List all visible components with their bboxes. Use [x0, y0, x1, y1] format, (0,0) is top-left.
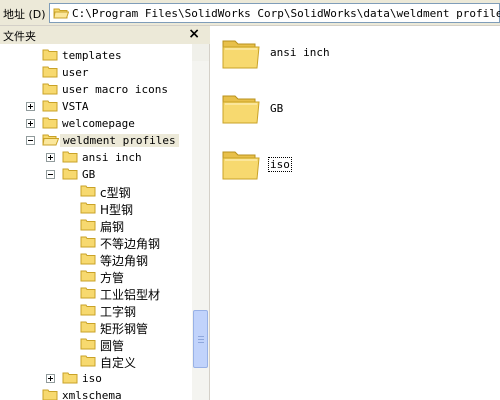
- tree-item-round-tube[interactable]: 圆管: [0, 336, 192, 353]
- folder-icon: [80, 287, 96, 299]
- tree-item-label: 矩形钢管: [100, 322, 149, 336]
- scroll-up-button[interactable]: [192, 44, 209, 61]
- folder-tree[interactable]: templates user user macro icons VSTA wel…: [0, 44, 192, 400]
- tree-item-label: user macro icons: [62, 83, 168, 96]
- folder-icon: [80, 338, 96, 350]
- tree-item-label: c型钢: [100, 186, 131, 200]
- folder-icon: [80, 253, 96, 265]
- tree-item-rect-tube[interactable]: 矩形钢管: [0, 319, 192, 336]
- content-folder-ansi-inch[interactable]: [221, 35, 261, 74]
- address-path[interactable]: C:\Program Files\SolidWorks Corp\SolidWo…: [72, 7, 500, 20]
- folder-icon: [42, 66, 58, 78]
- folder-icon: [222, 95, 260, 124]
- tree-item-xmlschema[interactable]: xmlschema: [0, 387, 192, 400]
- tree-item-square-tube[interactable]: 方管: [0, 268, 192, 285]
- folder-icon: [42, 117, 58, 129]
- plus-expander-icon[interactable]: [46, 374, 55, 383]
- folder-icon: [62, 151, 78, 163]
- tree-item-equal-angle[interactable]: 等边角钢: [0, 251, 192, 268]
- scroll-thumb[interactable]: [193, 310, 208, 368]
- tree-item-label: iso: [82, 372, 102, 385]
- plus-expander-icon[interactable]: [26, 102, 35, 111]
- tree-item-user-macro-icons[interactable]: user macro icons: [0, 81, 192, 98]
- tree-item-gb[interactable]: GB: [0, 166, 192, 183]
- grip-line: [198, 339, 204, 340]
- tree-item-label: templates: [62, 49, 122, 62]
- folder-icon: [62, 168, 78, 180]
- folder-open-icon: [42, 134, 59, 146]
- tree-item-flat-steel[interactable]: 扁钢: [0, 217, 192, 234]
- grip-line: [198, 336, 204, 337]
- folder-icon: [42, 100, 58, 112]
- tree-item-vsta[interactable]: VSTA: [0, 98, 192, 115]
- tree-item-label: 自定义: [100, 356, 137, 370]
- folder-icon: [80, 202, 96, 214]
- address-label: 地址 (D): [3, 8, 46, 21]
- tree-item-label: 圆管: [100, 339, 125, 353]
- tree-item-label: 不等边角钢: [100, 237, 161, 251]
- tree-item-label: 扁钢: [100, 220, 125, 234]
- close-icon[interactable]: ×: [188, 26, 200, 42]
- grip-line: [198, 342, 204, 343]
- tree-scrollbar[interactable]: [192, 44, 209, 400]
- folder-icon: [80, 236, 96, 248]
- folders-pane-title: 文件夹: [3, 30, 36, 43]
- tree-item-weldment-profiles[interactable]: weldment profiles: [0, 132, 192, 149]
- content-pane: ansi inch GB iso: [211, 26, 500, 400]
- content-folder-iso[interactable]: [221, 146, 261, 185]
- folder-icon: [80, 270, 96, 282]
- minus-expander-icon[interactable]: [46, 170, 55, 179]
- tree-item-unequal-angle[interactable]: 不等边角钢: [0, 234, 192, 251]
- folder-icon: [222, 40, 260, 69]
- folder-icon: [42, 49, 58, 61]
- folder-icon: [80, 219, 96, 231]
- tree-item-label: xmlschema: [62, 389, 122, 400]
- folders-pane-header: 文件夹 ×: [0, 26, 210, 44]
- content-folder-label[interactable]: iso: [268, 157, 292, 172]
- tree-item-label: VSTA: [62, 100, 89, 113]
- plus-expander-icon[interactable]: [26, 119, 35, 128]
- tree-item-h-steel[interactable]: H型钢: [0, 200, 192, 217]
- tree-item-label: 工字钢: [100, 305, 137, 319]
- address-bar: 地址 (D) C:\Program Files\SolidWorks Corp\…: [0, 0, 500, 26]
- tree-item-custom[interactable]: 自定义: [0, 353, 192, 370]
- minus-expander-icon[interactable]: [26, 136, 35, 145]
- folder-icon: [80, 185, 96, 197]
- tree-item-c-steel[interactable]: c型钢: [0, 183, 192, 200]
- plus-expander-icon[interactable]: [46, 153, 55, 162]
- tree-item-label: 等边角钢: [100, 254, 149, 268]
- tree-item-label: weldment profiles: [60, 134, 179, 147]
- folder-icon: [222, 151, 260, 180]
- folder-icon: [62, 372, 78, 384]
- tree-item-ansi-inch[interactable]: ansi inch: [0, 149, 192, 166]
- tree-item-label: ansi inch: [82, 151, 142, 164]
- tree-item-label: GB: [82, 168, 96, 181]
- content-folder-label[interactable]: GB: [270, 102, 283, 115]
- tree-item-i-beam[interactable]: 工字钢: [0, 302, 192, 319]
- folders-pane: 文件夹 × templates user user macro icons VS…: [0, 26, 210, 400]
- tree-item-label: user: [62, 66, 89, 79]
- tree-item-label: H型钢: [100, 203, 134, 217]
- folder-icon: [80, 355, 96, 367]
- folder-icon: [42, 83, 58, 95]
- folder-icon: [80, 321, 96, 333]
- tree-item-welcomepage[interactable]: welcomepage: [0, 115, 192, 132]
- address-field[interactable]: C:\Program Files\SolidWorks Corp\SolidWo…: [49, 3, 500, 23]
- content-folder-gb[interactable]: [221, 90, 261, 129]
- folder-open-icon: [53, 8, 69, 19]
- tree-item-label: 工业铝型材: [100, 288, 161, 302]
- folder-icon: [42, 389, 58, 400]
- tree-item-user[interactable]: user: [0, 64, 192, 81]
- tree-item-iso[interactable]: iso: [0, 370, 192, 387]
- tree-item-templates[interactable]: templates: [0, 47, 192, 64]
- folder-icon: [80, 304, 96, 316]
- tree-item-aluminum-profile[interactable]: 工业铝型材: [0, 285, 192, 302]
- content-folder-label[interactable]: ansi inch: [270, 46, 330, 59]
- tree-item-label: welcomepage: [62, 117, 135, 130]
- tree-item-label: 方管: [100, 271, 125, 285]
